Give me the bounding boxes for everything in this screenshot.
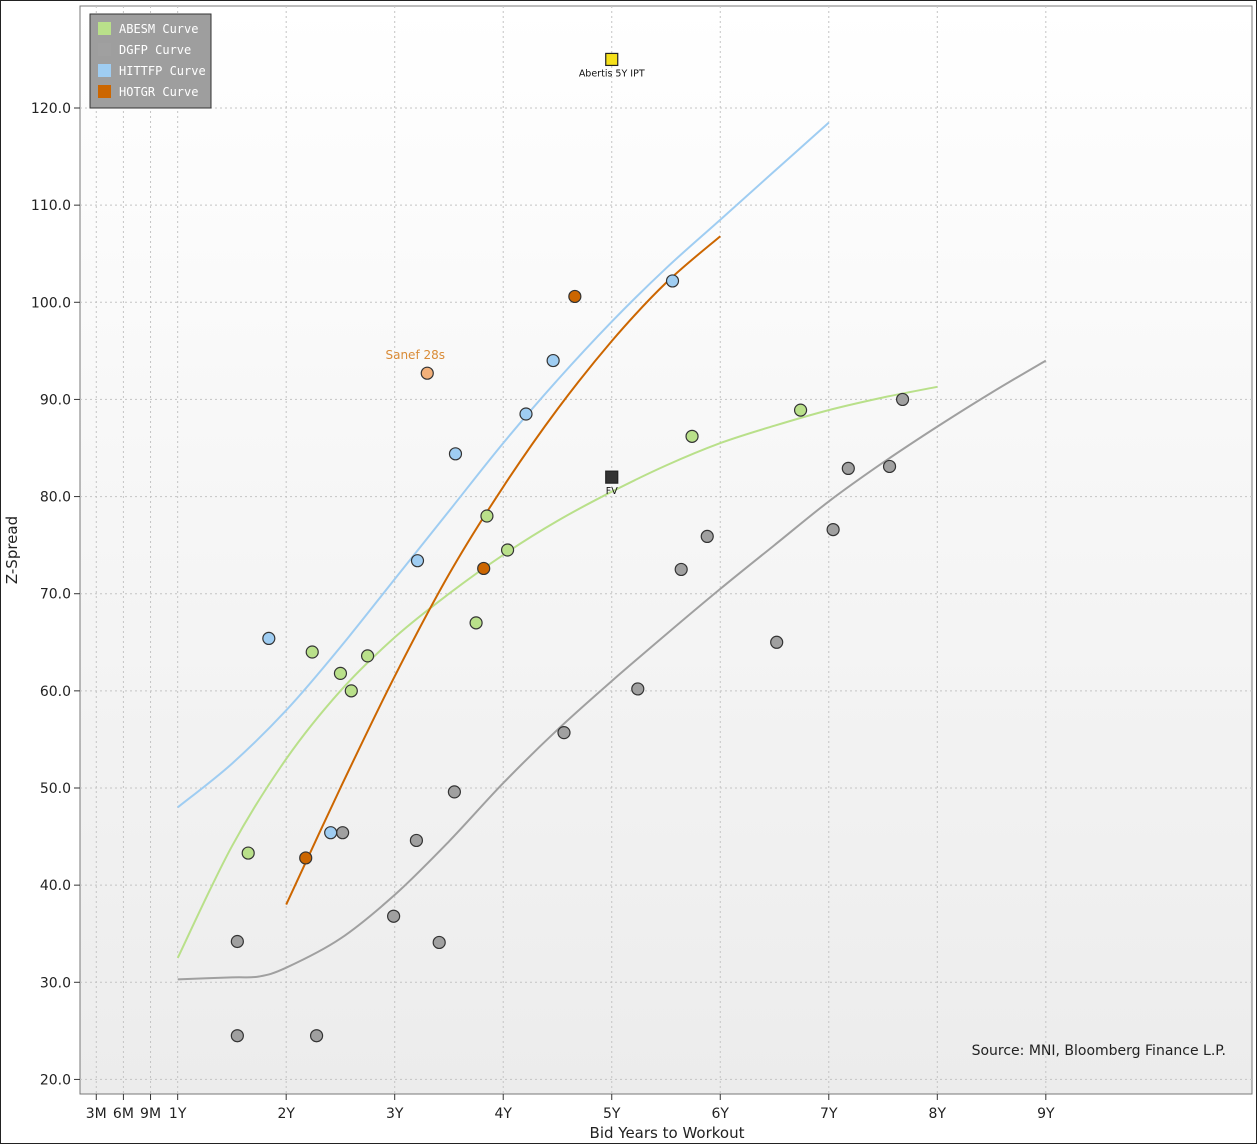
x-axis-title: Bid Years to Workout <box>590 1124 745 1142</box>
dgfp-curve-point <box>336 826 350 840</box>
dgfp-curve-point <box>895 392 910 407</box>
marker-label: FV <box>606 486 618 497</box>
x-tick-label: 3M <box>86 1106 107 1122</box>
abesm-curve-point <box>500 543 515 557</box>
x-tick-label: 8Y <box>929 1106 947 1122</box>
marker-label: Abertis 5Y IPT <box>579 68 645 79</box>
abesm-curve-point <box>333 666 348 680</box>
x-tick-label: 6M <box>113 1106 134 1122</box>
dgfp-curve-point <box>841 461 855 475</box>
dgfp-curve-point <box>674 562 688 577</box>
x-tick-label: 7Y <box>820 1106 838 1122</box>
abesm-curve-point <box>685 429 699 443</box>
hittfp-curve-point <box>546 353 560 368</box>
dgfp-curve-point <box>826 522 840 537</box>
hittfp-curve-point <box>448 447 463 461</box>
dgfp-curve-point <box>409 833 424 848</box>
y-axis-title: Z-Spread <box>3 516 21 584</box>
hotgr-curve-point <box>477 561 491 576</box>
y-tick-label: 50.0 <box>40 781 71 797</box>
legend-entry: HITTFP Curve <box>119 64 206 78</box>
x-tick-label: 2Y <box>277 1106 295 1122</box>
dgfp-curve-point <box>700 529 714 544</box>
dgfp-curve-point <box>309 1029 324 1043</box>
dgfp-curve-point <box>770 635 784 649</box>
y-tick-label: 30.0 <box>40 975 71 991</box>
dgfp-curve-point <box>230 934 244 949</box>
abesm-curve-point <box>305 645 319 659</box>
dgfp-curve-point <box>387 909 401 923</box>
y-tick-label: 100.0 <box>31 295 71 311</box>
highlight-point <box>420 366 434 380</box>
dgfp-curve-point <box>432 935 446 950</box>
dgfp-curve-point <box>447 785 461 799</box>
source-note: Source: MNI, Bloomberg Finance L.P. <box>972 1043 1226 1059</box>
abesm-curve-point <box>241 846 255 860</box>
legend-swatch <box>98 64 111 77</box>
hittfp-curve-point <box>324 826 338 840</box>
y-tick-label: 110.0 <box>31 198 71 214</box>
legend-entry: ABESM Curve <box>119 22 198 36</box>
x-tick-label: 1Y <box>169 1106 187 1122</box>
x-tick-label: 6Y <box>712 1106 730 1122</box>
x-tick-label: 9Y <box>1037 1106 1055 1122</box>
legend-swatch <box>98 85 111 98</box>
y-tick-label: 40.0 <box>40 878 71 894</box>
dgfp-curve-point <box>882 459 897 474</box>
legend-entry: HOTGR Curve <box>119 85 198 99</box>
dgfp-curve-point <box>631 682 645 696</box>
y-tick-label: 90.0 <box>40 392 71 408</box>
dgfp-curve-point <box>557 726 571 740</box>
x-tick-label: 9M <box>140 1106 161 1122</box>
y-tick-label: 120.0 <box>31 101 71 117</box>
abesm-curve-point <box>793 403 808 417</box>
y-tick-label: 70.0 <box>40 587 71 603</box>
abesm-curve-point <box>344 684 358 698</box>
hittfp-curve-point <box>410 554 425 568</box>
abesm-curve-point <box>360 649 375 663</box>
marker-square <box>605 470 619 484</box>
y-tick-label: 20.0 <box>40 1072 71 1088</box>
legend: ABESM Curve DGFP Curve HITTFP Curve HOTGR C… <box>89 13 212 109</box>
z-spread-chart: 3M 6M 9M 1Y 2Y 3Y 4Y 5Y 6Y 7Y 8Y 9Y 20.0 30.0 40.0 50.0… <box>0 0 1257 1144</box>
hittfp-curve-point <box>519 407 533 421</box>
abesm-curve-point <box>480 509 494 523</box>
marker-square <box>605 52 619 67</box>
y-tick-label: 80.0 <box>40 490 71 506</box>
x-tick-label: 5Y <box>603 1106 621 1122</box>
x-tick-label: 3Y <box>386 1106 404 1122</box>
highlight-point-label: Sanef 28s <box>385 348 445 362</box>
x-tick-label: 4Y <box>494 1106 512 1122</box>
abesm-curve-point <box>469 616 483 630</box>
hittfp-curve-point <box>665 274 680 288</box>
legend-entry: DGFP Curve <box>119 43 191 57</box>
dgfp-curve-point <box>230 1029 244 1043</box>
legend-swatch <box>98 22 111 35</box>
y-tick-label: 60.0 <box>40 684 71 700</box>
plot-area <box>79 5 1253 1095</box>
hotgr-curve-point <box>299 851 313 865</box>
hittfp-curve-point <box>262 631 276 646</box>
legend-swatch <box>98 43 111 56</box>
hotgr-curve-point <box>568 289 582 304</box>
